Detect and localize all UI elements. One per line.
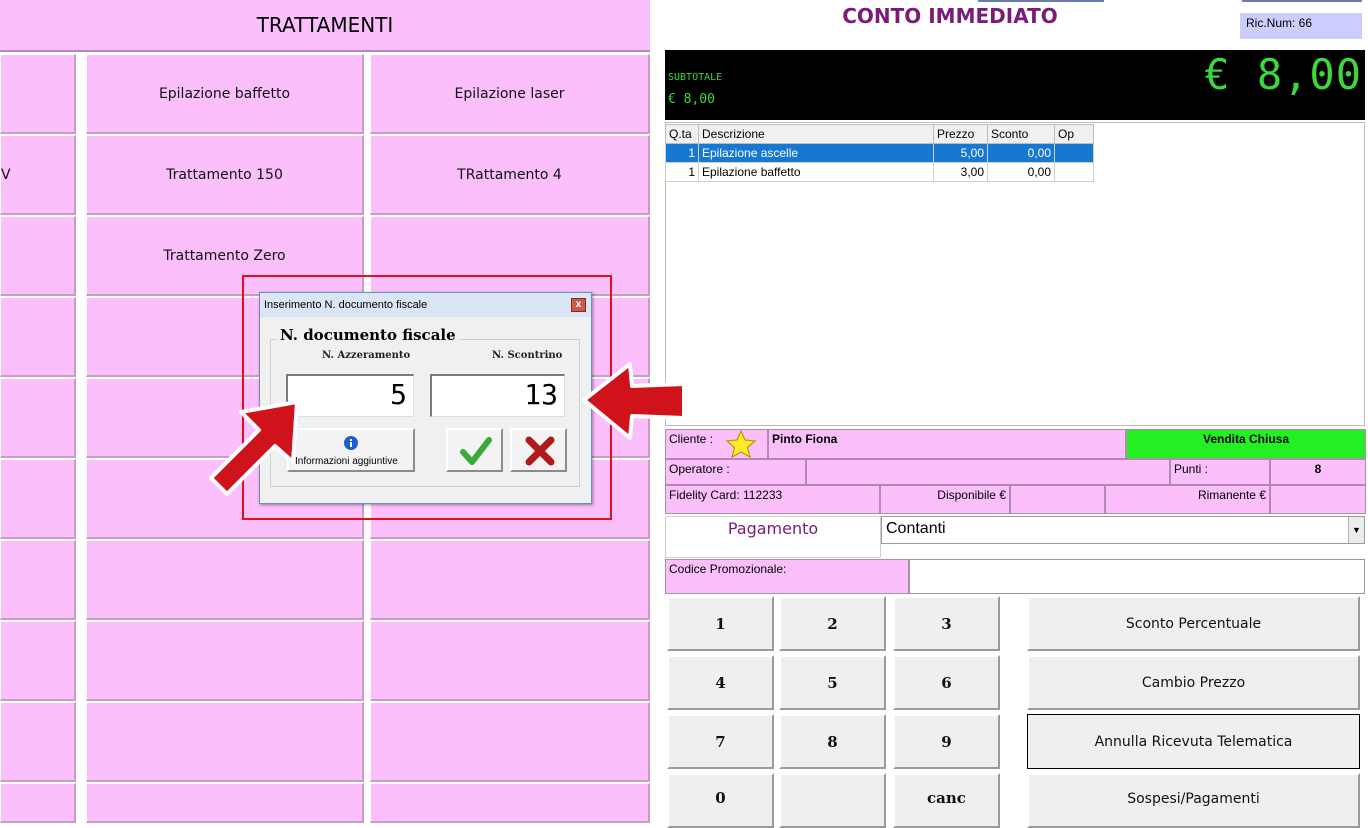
col-header-price[interactable]: Prezzo: [933, 124, 988, 144]
confirm-button[interactable]: [446, 428, 503, 472]
treatment-tile[interactable]: [370, 783, 650, 823]
azzeramento-label: N. Azzeramento: [322, 350, 411, 361]
payment-label: Pagamento: [665, 516, 881, 558]
treatment-tile[interactable]: [0, 297, 76, 377]
treatment-tile[interactable]: [0, 459, 76, 539]
table-header-row: Q.ta Descrizione Prezzo Sconto Op: [665, 124, 1094, 144]
cell-qty: 1: [665, 162, 699, 182]
punti-label: Punti :: [1170, 459, 1270, 485]
treatment-tile[interactable]: [86, 621, 364, 701]
keypad-canc[interactable]: canc: [893, 773, 1000, 828]
cell-op: [1054, 143, 1094, 163]
treatment-tile-trattamento-4[interactable]: TRattamento 4: [370, 135, 650, 215]
keypad-1[interactable]: 1: [667, 596, 774, 651]
cancel-button[interactable]: [510, 428, 567, 472]
dialog-title: Inserimento N. documento fiscale: [264, 299, 428, 311]
operatore-value[interactable]: [806, 459, 1170, 485]
items-table: Q.ta Descrizione Prezzo Sconto Op 1 Epil…: [665, 124, 1094, 182]
sconto-percentuale-button[interactable]: Sconto Percentuale: [1027, 596, 1360, 651]
scontrino-label: N. Scontrino: [492, 350, 563, 361]
treatment-tile[interactable]: [0, 216, 76, 296]
keypad-8[interactable]: 8: [779, 714, 886, 769]
treatment-tile[interactable]: [370, 702, 650, 782]
cell-price: 3,00: [933, 162, 988, 182]
treatments-header: TRATTAMENTI: [0, 0, 650, 52]
page-title: CONTO IMMEDIATO: [842, 4, 1058, 28]
cell-op: [1054, 162, 1094, 182]
annotation-arrow-right: [582, 362, 686, 440]
cell-discount: 0,00: [987, 143, 1055, 163]
top-edge-decoration: [1242, 0, 1362, 2]
table-row[interactable]: 1 Epilazione baffetto 3,00 0,00: [665, 162, 1094, 182]
grand-total: € 8,00: [1204, 50, 1362, 99]
promo-code-label: Codice Promozionale:: [665, 559, 909, 594]
treatment-tile-epilazione-laser[interactable]: Epilazione laser: [370, 54, 650, 134]
cell-description: Epilazione baffetto: [698, 162, 934, 182]
keypad-6[interactable]: 6: [893, 655, 1000, 710]
col-header-discount[interactable]: Sconto: [987, 124, 1055, 144]
close-icon[interactable]: x: [571, 298, 586, 312]
treatment-tile[interactable]: V: [0, 135, 76, 215]
treatment-tile-trattamento-150[interactable]: Trattamento 150: [86, 135, 364, 215]
treatment-tile[interactable]: [86, 783, 364, 823]
treatment-tile[interactable]: [86, 540, 364, 620]
check-icon: [460, 435, 492, 472]
disponibile-value: [1010, 485, 1105, 514]
sale-status-badge: Vendita Chiusa: [1126, 429, 1366, 459]
annulla-ricevuta-button[interactable]: Annulla Ricevuta Telematica: [1027, 714, 1360, 769]
rimanente-value: [1270, 485, 1366, 514]
treatment-tile[interactable]: [370, 540, 650, 620]
subtotal-value: € 8,00: [668, 92, 715, 107]
cell-discount: 0,00: [987, 162, 1055, 182]
operatore-label: Operatore :: [665, 459, 806, 485]
dialog-group-title: N. documento fiscale: [277, 326, 459, 344]
subtotal-label: SUBTOTALE: [668, 72, 723, 83]
payment-method-value: Contanti: [886, 520, 946, 537]
promo-code-input[interactable]: [909, 559, 1365, 594]
col-header-description[interactable]: Descrizione: [698, 124, 934, 144]
treatment-tile[interactable]: [86, 702, 364, 782]
treatment-tile[interactable]: [0, 54, 76, 134]
rimanente-label: Rimanente €: [1105, 485, 1270, 514]
keypad-7[interactable]: 7: [667, 714, 774, 769]
cell-description: Epilazione ascelle: [698, 143, 934, 163]
keypad-4[interactable]: 4: [667, 655, 774, 710]
punti-value: 8: [1270, 459, 1366, 485]
payment-method-select[interactable]: Contanti ▼: [881, 516, 1365, 544]
star-icon[interactable]: [724, 429, 758, 459]
disponibile-label: Disponibile €: [880, 485, 1010, 514]
cliente-name[interactable]: Pinto Fiona: [768, 429, 1126, 459]
table-row[interactable]: 1 Epilazione ascelle 5,00 0,00: [665, 143, 1094, 163]
sospesi-pagamenti-button[interactable]: Sospesi/Pagamenti: [1027, 773, 1360, 828]
col-header-op[interactable]: Op: [1054, 124, 1094, 144]
cell-price: 5,00: [933, 143, 988, 163]
col-header-qty[interactable]: Q.ta: [665, 124, 699, 144]
top-edge-decoration: [978, 0, 1104, 2]
treatment-tile[interactable]: [0, 702, 76, 782]
treatment-tile[interactable]: [0, 378, 76, 458]
receipt-number: Ric.Num: 66: [1240, 13, 1362, 39]
treatment-tile[interactable]: [370, 621, 650, 701]
treatment-tile[interactable]: [0, 783, 76, 823]
fidelity-card: Fidelity Card: 112233: [665, 485, 880, 514]
keypad-9[interactable]: 9: [893, 714, 1000, 769]
keypad-3[interactable]: 3: [893, 596, 1000, 651]
treatment-tile-epilazione-baffetto[interactable]: Epilazione baffetto: [86, 54, 364, 134]
scontrino-input[interactable]: 13: [430, 374, 565, 417]
keypad-0[interactable]: 0: [667, 773, 774, 828]
x-icon: [525, 436, 555, 471]
annotation-arrow-left: [209, 400, 299, 496]
dialog-titlebar[interactable]: Inserimento N. documento fiscale x: [260, 293, 591, 317]
info-icon: [343, 435, 359, 456]
keypad-blank[interactable]: [779, 773, 886, 828]
keypad-2[interactable]: 2: [779, 596, 886, 651]
treatment-tile[interactable]: [0, 540, 76, 620]
keypad-5[interactable]: 5: [779, 655, 886, 710]
cell-qty: 1: [665, 143, 699, 163]
treatment-tile[interactable]: [0, 621, 76, 701]
chevron-down-icon[interactable]: ▼: [1348, 517, 1364, 543]
cambio-prezzo-button[interactable]: Cambio Prezzo: [1027, 655, 1360, 710]
